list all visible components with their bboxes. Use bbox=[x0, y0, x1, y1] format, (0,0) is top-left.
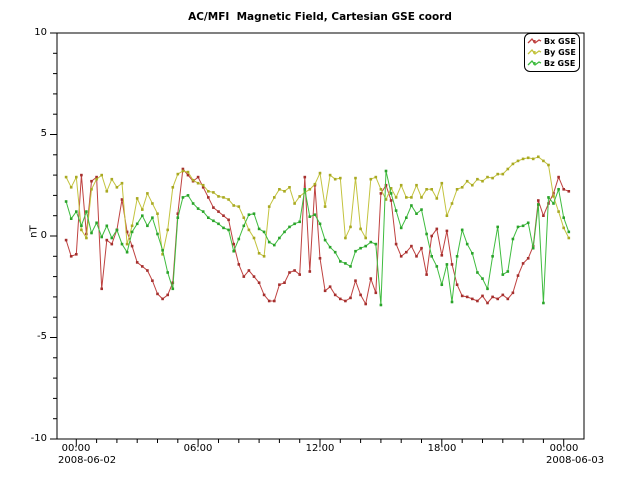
plot-canvas: AC/MFI Magnetic Field, Cartesian GSE coo… bbox=[0, 0, 640, 480]
bz-line-sample-icon bbox=[527, 59, 542, 68]
bx-line-sample-icon bbox=[527, 37, 542, 46]
legend-item-bx: Bx GSE bbox=[527, 36, 579, 47]
legend-item-by: By GSE bbox=[527, 47, 579, 58]
legend-item-bz: Bz GSE bbox=[527, 58, 579, 69]
plot-area bbox=[0, 0, 640, 480]
legend: Bx GSE By GSE Bz GSE bbox=[524, 33, 580, 72]
legend-label-by: By GSE bbox=[544, 48, 576, 57]
by-line-sample-icon bbox=[527, 48, 542, 57]
legend-label-bz: Bz GSE bbox=[544, 59, 575, 68]
legend-label-bx: Bx GSE bbox=[544, 37, 576, 46]
